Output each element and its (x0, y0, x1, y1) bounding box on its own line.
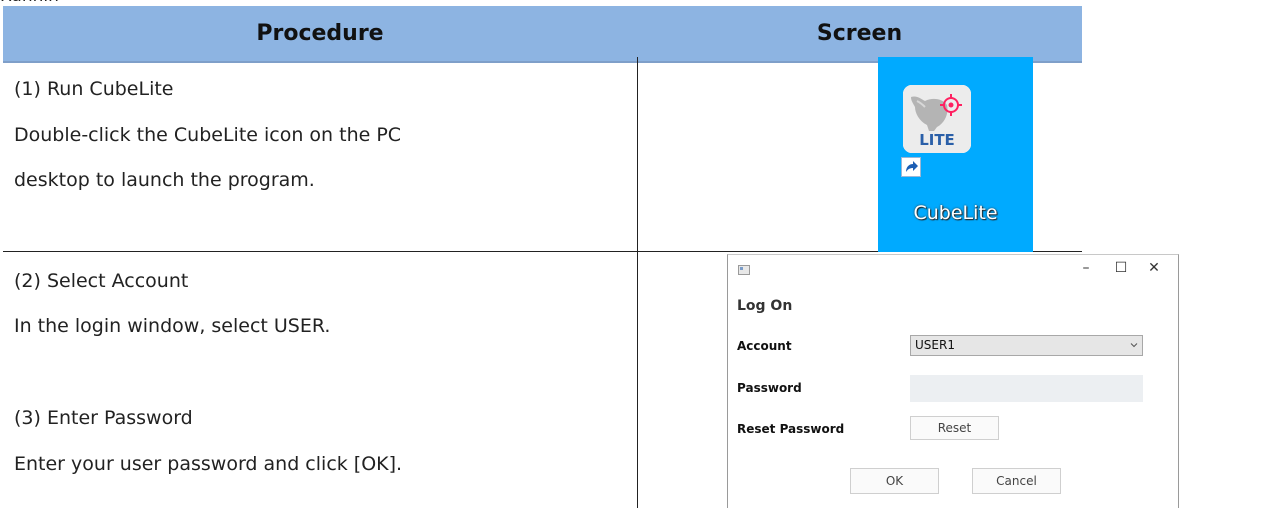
close-button[interactable]: ✕ (1144, 259, 1164, 277)
previous-page-text-fragment: Running (0, 0, 60, 5)
step3-line1: Enter your user password and click [OK]. (14, 453, 403, 475)
step1-line2: desktop to launch the program. (14, 169, 315, 191)
reset-password-label: Reset Password (737, 422, 845, 436)
account-select-value: USER1 (915, 338, 955, 352)
maximize-button[interactable]: ☐ (1111, 259, 1131, 277)
reset-button[interactable]: Reset (910, 416, 999, 440)
shortcut-arrow-icon (901, 157, 921, 177)
account-select[interactable]: USER1 (910, 335, 1143, 356)
password-field[interactable] (910, 375, 1143, 402)
login-title: Log On (737, 298, 793, 314)
cubelite-icon-label: CubeLite (913, 202, 998, 224)
ok-button[interactable]: OK (850, 468, 939, 494)
cubelite-app-icon[interactable]: LITE (903, 85, 971, 153)
header-screen: Screen (637, 6, 1082, 61)
cancel-button[interactable]: Cancel (972, 468, 1061, 494)
step3-title: (3) Enter Password (14, 407, 193, 429)
chevron-down-icon (1130, 343, 1138, 348)
window-app-icon (738, 265, 750, 275)
step1-title: (1) Run CubeLite (14, 78, 174, 100)
password-label: Password (737, 381, 802, 395)
column-divider-row2 (637, 252, 638, 508)
account-label: Account (737, 339, 792, 353)
desktop-icon-screenshot: LITE CubeLite (878, 57, 1033, 252)
header-procedure: Procedure (3, 6, 637, 61)
minimize-button[interactable]: – (1076, 259, 1096, 277)
svg-text:LITE: LITE (919, 131, 955, 149)
column-divider-row1 (637, 57, 638, 251)
step2-title: (2) Select Account (14, 270, 189, 292)
cubelite-logo-icon: LITE (903, 85, 971, 153)
login-window: – ☐ ✕ Log On Account USER1 Password Rese… (727, 254, 1179, 508)
step2-line1: In the login window, select USER. (14, 315, 331, 337)
step1-line1: Double-click the CubeLite icon on the PC (14, 124, 402, 146)
